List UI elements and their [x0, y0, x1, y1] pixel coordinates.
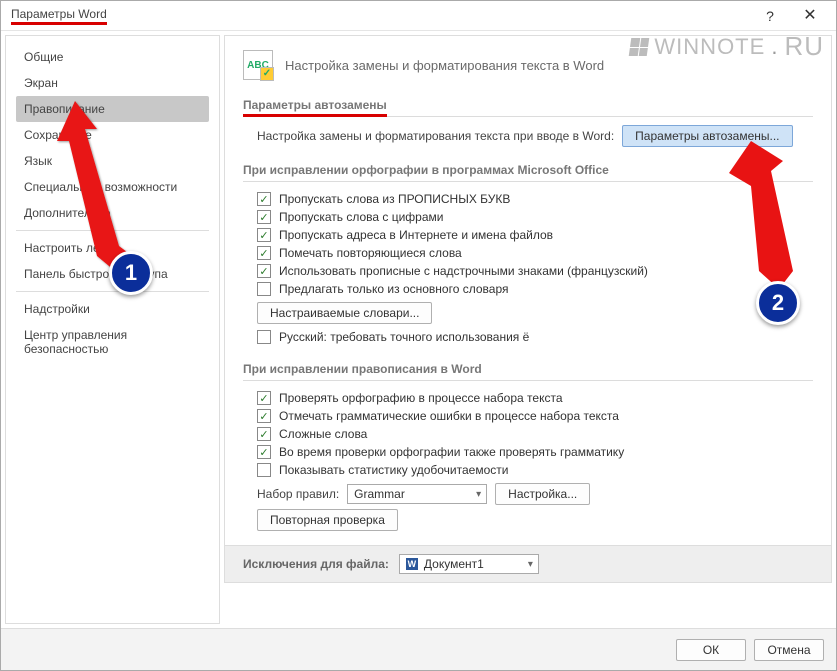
checkbox-icon: ✓	[257, 391, 271, 405]
cancel-button[interactable]: Отмена	[754, 639, 824, 661]
check-french-accents[interactable]: ✓ Использовать прописные с надстрочными …	[243, 262, 813, 280]
sidebar-separator	[16, 291, 209, 292]
page-heading-text: Настройка замены и форматирования текста…	[285, 58, 604, 73]
checkbox-icon: ✓	[257, 445, 271, 459]
sidebar-item-general[interactable]: Общие	[16, 44, 209, 70]
check-ignore-numbers[interactable]: ✓ Пропускать слова с цифрами	[243, 208, 813, 226]
checkbox-icon	[257, 330, 271, 344]
sidebar-item-qat[interactable]: Панель быстрого доступа	[16, 261, 209, 287]
exceptions-file-select[interactable]: Документ1	[399, 554, 539, 574]
ruleset-label: Набор правил:	[257, 487, 339, 501]
sidebar-item-addins[interactable]: Надстройки	[16, 296, 209, 322]
sidebar-item-ribbon[interactable]: Настроить ленту	[16, 235, 209, 261]
recheck-button[interactable]: Повторная проверка	[257, 509, 398, 531]
check-complex-words[interactable]: ✓ Сложные слова	[243, 425, 813, 443]
ruleset-select[interactable]: Grammar	[347, 484, 487, 504]
check-russian-yo[interactable]: Русский: требовать точного использования…	[243, 328, 813, 346]
ruleset-row: Набор правил: Grammar Настройка...	[243, 483, 813, 505]
sidebar-item-trust-center[interactable]: Центр управления безопасностью	[16, 322, 209, 362]
check-main-dict-only[interactable]: Предлагать только из основного словаря	[243, 280, 813, 298]
titlebar: Параметры Word ? ✕	[1, 1, 836, 31]
close-button[interactable]: ✕	[790, 2, 830, 30]
ruleset-settings-button[interactable]: Настройка...	[495, 483, 590, 505]
dialog-footer: ОК Отмена	[1, 628, 836, 670]
checkbox-icon: ✓	[257, 427, 271, 441]
check-ignore-urls[interactable]: ✓ Пропускать адреса в Интернете и имена …	[243, 226, 813, 244]
check-grammar-as-type[interactable]: ✓ Отмечать грамматические ошибки в проце…	[243, 407, 813, 425]
autocorrect-row: Настройка замены и форматирования текста…	[243, 125, 813, 147]
ok-button[interactable]: ОК	[676, 639, 746, 661]
sidebar-item-save[interactable]: Сохранение	[16, 122, 209, 148]
section-spell-word-title: При исправлении правописания в Word	[243, 358, 813, 381]
content-pane: ABC Настройка замены и форматирования те…	[220, 31, 836, 628]
checkbox-icon: ✓	[257, 409, 271, 423]
check-spell-as-type[interactable]: ✓ Проверять орфографию в процессе набора…	[243, 389, 813, 407]
check-flag-repeats[interactable]: ✓ Помечать повторяющиеся слова	[243, 244, 813, 262]
help-button[interactable]: ?	[750, 2, 790, 30]
sidebar-item-language[interactable]: Язык	[16, 148, 209, 174]
checkbox-icon: ✓	[257, 228, 271, 242]
exceptions-strip: Исключения для файла: Документ1	[225, 545, 831, 582]
checkbox-icon: ✓	[257, 192, 271, 206]
section-spell-office-title: При исправлении орфографии в программах …	[243, 159, 813, 182]
exceptions-label: Исключения для файла:	[243, 557, 389, 571]
window-title: Параметры Word	[11, 7, 107, 25]
sidebar: Общие Экран Правописание Сохранение Язык…	[5, 35, 220, 624]
proofing-icon: ABC	[243, 50, 273, 80]
check-grammar-with-spell[interactable]: ✓ Во время проверки орфографии также про…	[243, 443, 813, 461]
sidebar-separator	[16, 230, 209, 231]
autocorrect-options-button[interactable]: Параметры автозамены...	[622, 125, 792, 147]
checkbox-icon: ✓	[257, 210, 271, 224]
sidebar-item-display[interactable]: Экран	[16, 70, 209, 96]
sidebar-item-accessibility[interactable]: Специальные возможности	[16, 174, 209, 200]
page-heading: ABC Настройка замены и форматирования те…	[243, 50, 813, 80]
checkbox-icon: ✓	[257, 246, 271, 260]
sidebar-item-advanced[interactable]: Дополнительно	[16, 200, 209, 226]
check-readability-stats[interactable]: Показывать статистику удобочитаемости	[243, 461, 813, 479]
section-autocorrect-title: Параметры автозамены	[243, 94, 813, 117]
custom-dictionaries-button[interactable]: Настраиваемые словари...	[257, 302, 432, 324]
checkbox-icon	[257, 282, 271, 296]
sidebar-item-proofing[interactable]: Правописание	[16, 96, 209, 122]
checkbox-icon	[257, 463, 271, 477]
autocorrect-row-label: Настройка замены и форматирования текста…	[257, 129, 614, 143]
checkbox-icon: ✓	[257, 264, 271, 278]
check-ignore-uppercase[interactable]: ✓ Пропускать слова из ПРОПИСНЫХ БУКВ	[243, 190, 813, 208]
